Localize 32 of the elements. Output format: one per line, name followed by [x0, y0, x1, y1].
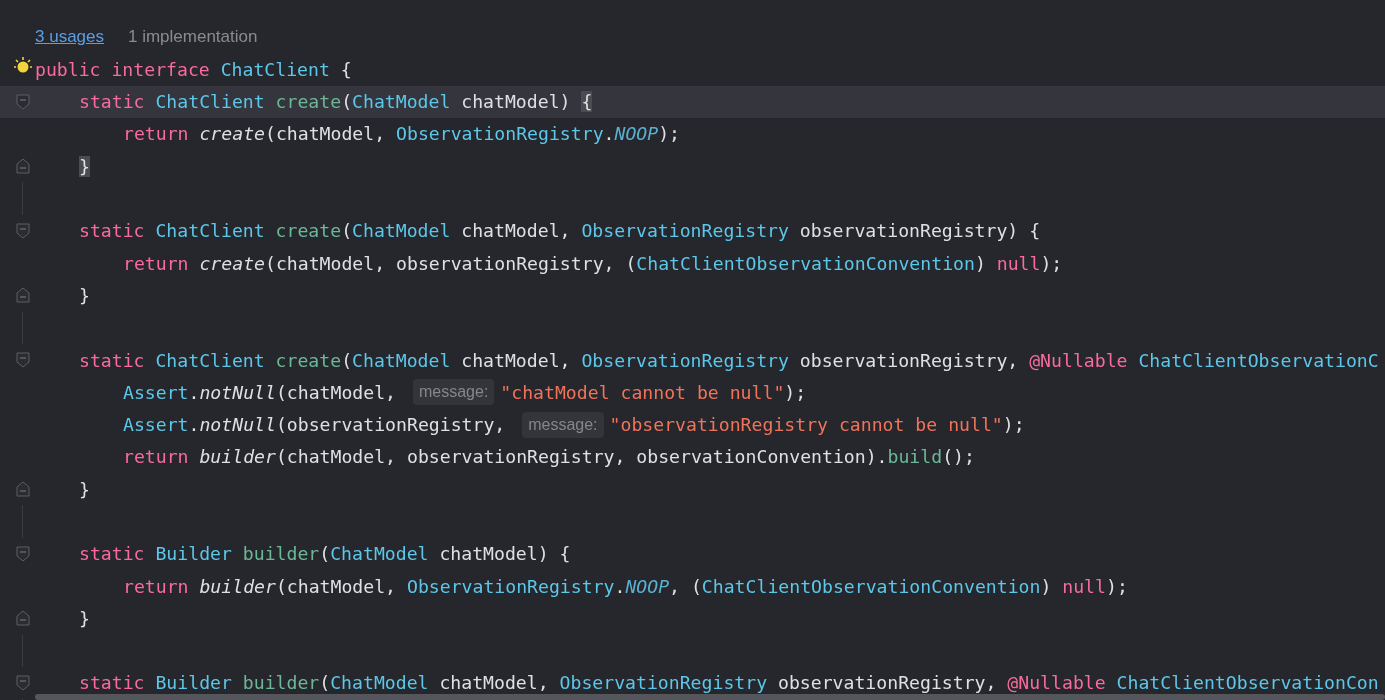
- code-text: "observationRegistry cannot be null");: [609, 413, 1025, 438]
- code-text: return builder(chatModel, observationRegistry, observationConvention).build();: [123, 445, 975, 470]
- horizontal-scrollbar[interactable]: [35, 694, 1385, 700]
- code-text: }: [79, 477, 90, 502]
- fold-icon[interactable]: [16, 545, 30, 562]
- fold-icon[interactable]: [16, 674, 30, 691]
- code-text: return builder(chatModel, ObservationRegistry.NOOP, (ChatClientObservationConvention) null);: [123, 574, 1128, 599]
- fold-icon[interactable]: [16, 351, 30, 368]
- fold-icon[interactable]: [16, 610, 30, 627]
- code-text: }: [79, 154, 90, 179]
- code-text: static ChatClient create(ChatModel chatModel, ObservationRegistry observationRegistry, @Nullable ChatClientObservationC: [79, 348, 1379, 373]
- code-text: Assert.notNull(observationRegistry,: [123, 413, 507, 438]
- fold-icon[interactable]: [16, 222, 30, 239]
- code-text: Assert.notNull(chatModel,: [123, 380, 398, 405]
- fold-icon[interactable]: [16, 158, 30, 175]
- code-text: public interface ChatClient {: [35, 57, 352, 82]
- code-text: }: [79, 606, 90, 631]
- fold-icon[interactable]: [16, 287, 30, 304]
- usages-link[interactable]: 3 usages: [35, 24, 104, 50]
- code-text: }: [79, 283, 90, 308]
- code-text: return create(chatModel, observationRegistry, (ChatClientObservationConvention) null);: [123, 251, 1063, 276]
- code-text: "chatModel cannot be null");: [500, 380, 807, 405]
- implementations-link[interactable]: 1 implementation: [128, 24, 258, 50]
- code-text: static ChatClient create(ChatModel chatModel, ObservationRegistry observationRegistry) {: [79, 219, 1041, 244]
- code-text: static Builder builder(ChatModel chatModel, ObservationRegistry observationRegistry, @Nullable ChatClientObservationCon: [79, 671, 1379, 696]
- inlay-hint: message:: [522, 411, 604, 438]
- code-text: static ChatClient create(ChatModel chatModel) {: [79, 90, 593, 115]
- fold-icon[interactable]: [16, 93, 30, 110]
- fold-icon[interactable]: [16, 481, 30, 498]
- inlay-hint: message:: [412, 379, 495, 406]
- code-text: return create(chatModel, ObservationRegistry.NOOP);: [123, 122, 680, 147]
- code-text: static Builder builder(ChatModel chatModel) {: [79, 542, 571, 567]
